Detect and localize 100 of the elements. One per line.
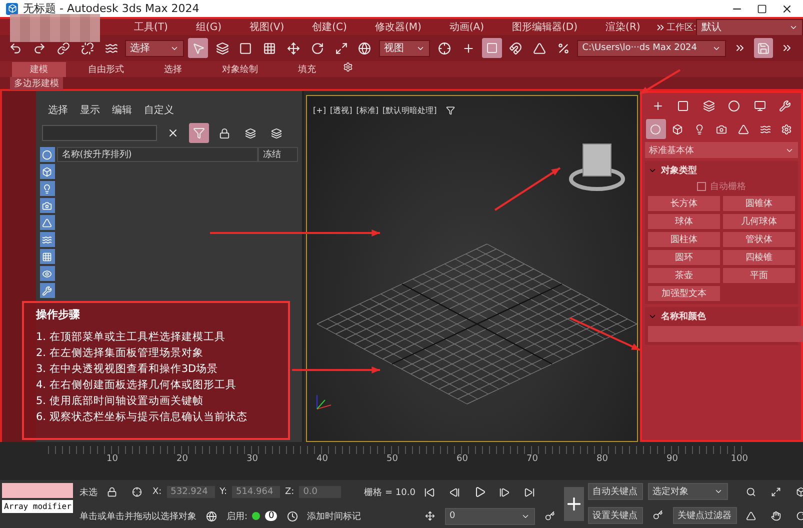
primitive-button[interactable]: 长方体 xyxy=(648,196,720,211)
column-header[interactable]: 名称(按升序排列) xyxy=(56,147,258,162)
viewport-label[interactable]: [标准] xyxy=(356,104,378,116)
viewport-label[interactable]: [透视] xyxy=(330,104,352,116)
step-text: 6. 观察状态栏坐标与提示信息确认当前状态 xyxy=(36,410,248,424)
key-filters-button[interactable]: 关键点过滤器 xyxy=(672,506,736,524)
key-button[interactable] xyxy=(564,487,584,521)
rollout-title[interactable]: 名称和颜色 xyxy=(661,310,706,323)
set-key-button[interactable]: 设置关键点 xyxy=(588,506,642,524)
step-text: 1. 在顶部菜单或主工具栏选择建模工具 xyxy=(36,330,226,344)
enable-value[interactable]: 0 xyxy=(265,511,278,521)
window-title: 无标题 - Autodesk 3ds Max 2024 xyxy=(23,1,200,16)
filter-icon[interactable] xyxy=(40,266,55,281)
y-coordinate-field[interactable]: 514.964 xyxy=(232,486,280,498)
steps-title: 操作步骤 xyxy=(36,307,81,322)
workspace-label: 工作区: xyxy=(666,22,696,34)
view-cube-drawing xyxy=(569,144,625,191)
frame-label: 20 xyxy=(176,454,188,466)
step-text: 2. 在左侧选择集面板管理场景对象 xyxy=(36,346,204,360)
auto-key-button[interactable]: 自动关键点 xyxy=(588,482,642,500)
frame-label: 60 xyxy=(456,454,468,466)
primitive-button[interactable]: 加强型文本 xyxy=(648,286,720,301)
filter-icon[interactable] xyxy=(40,147,55,162)
primitive-button[interactable]: 四棱锥 xyxy=(723,250,795,265)
key-target-dropdown[interactable]: 选定对象 xyxy=(648,482,728,500)
ribbon-tab[interactable]: 建模 xyxy=(12,62,66,77)
step-text: 5. 使用底部时间轴设置动画关键帧 xyxy=(36,394,204,408)
filter-icon[interactable] xyxy=(40,249,55,264)
name-field[interactable] xyxy=(648,326,803,342)
workspace-dropdown[interactable]: 默认 xyxy=(696,18,803,36)
explorer-menu-item[interactable]: 自定义 xyxy=(144,103,174,117)
explorer-menu-item[interactable]: 选择 xyxy=(48,103,68,117)
script-output: Array modifier xyxy=(2,500,74,513)
filter-icon[interactable] xyxy=(40,232,55,247)
menu-item[interactable]: 组(G) xyxy=(182,20,236,34)
ribbon-tab[interactable]: 对象绘制 xyxy=(204,62,276,77)
x-coordinate-field[interactable]: 532.924 xyxy=(166,486,215,498)
selection-status: 未选 xyxy=(79,486,98,498)
menu-item[interactable]: 渲染(R) xyxy=(592,20,654,34)
script-input-field[interactable] xyxy=(2,483,74,498)
filter-icon[interactable] xyxy=(40,181,55,196)
project-path-dropdown[interactable]: C:\Users\lo···ds Max 2024 xyxy=(577,40,726,56)
primitive-button[interactable]: 茶壶 xyxy=(648,268,720,283)
menu-item[interactable]: 动画(A) xyxy=(435,20,498,34)
filter-icon[interactable] xyxy=(40,215,55,230)
primitive-button[interactable]: 圆锥体 xyxy=(723,196,795,211)
viewport-label[interactable]: [默认明暗处理] xyxy=(382,104,437,116)
category-icon[interactable] xyxy=(646,119,666,139)
z-label: Z: xyxy=(284,487,294,497)
primitive-button[interactable]: 圆柱体 xyxy=(648,232,720,247)
filter-icon[interactable] xyxy=(40,283,55,298)
explorer-menu-item[interactable]: 编辑 xyxy=(112,103,132,117)
primitive-button[interactable]: 几何球体 xyxy=(723,214,795,229)
time-tag-text[interactable]: 添加时间标记 xyxy=(307,510,362,522)
frame-label: 30 xyxy=(246,454,258,466)
ribbon-panel-label[interactable]: 多边形建模 xyxy=(10,76,63,90)
prompt-text: 单击或单击并拖动以选择对象 xyxy=(79,510,196,522)
rollout-title[interactable]: 对象类型 xyxy=(661,164,697,177)
app-icon xyxy=(6,2,18,14)
primitive-button[interactable]: 圆环 xyxy=(648,250,720,265)
primitive-button[interactable]: 平面 xyxy=(723,268,795,283)
selection-filter-dropdown[interactable]: 选择 xyxy=(124,40,184,56)
enable-label: 启用: xyxy=(226,510,248,522)
z-coordinate-field[interactable]: 0.0 xyxy=(299,486,342,498)
viewport-label[interactable]: [+] xyxy=(313,106,326,114)
menu-item[interactable]: 修改器(M) xyxy=(360,20,436,34)
grid-size: 栅格 = 10.0 xyxy=(364,486,416,498)
menu-item[interactable]: 创建(C) xyxy=(298,20,361,34)
axis-tripod-icon xyxy=(316,394,332,410)
frame-field[interactable]: 0 xyxy=(444,508,534,524)
frame-label: 80 xyxy=(596,454,608,466)
ribbon-tab[interactable]: 选择 xyxy=(146,62,200,77)
explorer-menu-item[interactable]: 显示 xyxy=(80,103,100,117)
ribbon-tab[interactable]: 填充 xyxy=(280,62,334,77)
frame-label: 40 xyxy=(316,454,328,466)
category-dropdown[interactable]: 标准基本体 xyxy=(645,142,798,158)
select-icon[interactable] xyxy=(188,38,208,58)
x-label: X: xyxy=(152,487,162,497)
filter-icon[interactable] xyxy=(40,164,55,179)
column-header[interactable]: 冻结 xyxy=(258,147,298,162)
coordinate-dropdown[interactable]: 视图 xyxy=(378,40,430,56)
filter-icon[interactable] xyxy=(188,123,209,143)
filter-icon[interactable] xyxy=(40,198,55,213)
annotation-arrow xyxy=(494,167,561,211)
frame-label: 70 xyxy=(526,454,538,466)
primitive-button[interactable]: 球体 xyxy=(648,214,720,229)
frame-label: 100 xyxy=(730,454,748,466)
primitive-button[interactable]: 管状体 xyxy=(723,232,795,247)
frame-label: 90 xyxy=(666,454,678,466)
menu-item[interactable]: 视图(V) xyxy=(235,20,298,34)
caret-icon xyxy=(648,312,657,321)
save-icon[interactable] xyxy=(754,38,774,58)
y-label: Y: xyxy=(220,487,227,497)
menu-item[interactable]: 工具(T) xyxy=(120,20,182,34)
step-text: 4. 在右侧创建面板选择几何体或图形工具 xyxy=(36,378,238,392)
menu-item[interactable]: 图形编辑器(D) xyxy=(498,20,592,34)
ribbon-tab[interactable]: 自由形式 xyxy=(70,62,142,77)
search-field[interactable] xyxy=(42,125,157,141)
frame-label: 10 xyxy=(106,454,118,466)
caret-icon xyxy=(648,166,657,175)
